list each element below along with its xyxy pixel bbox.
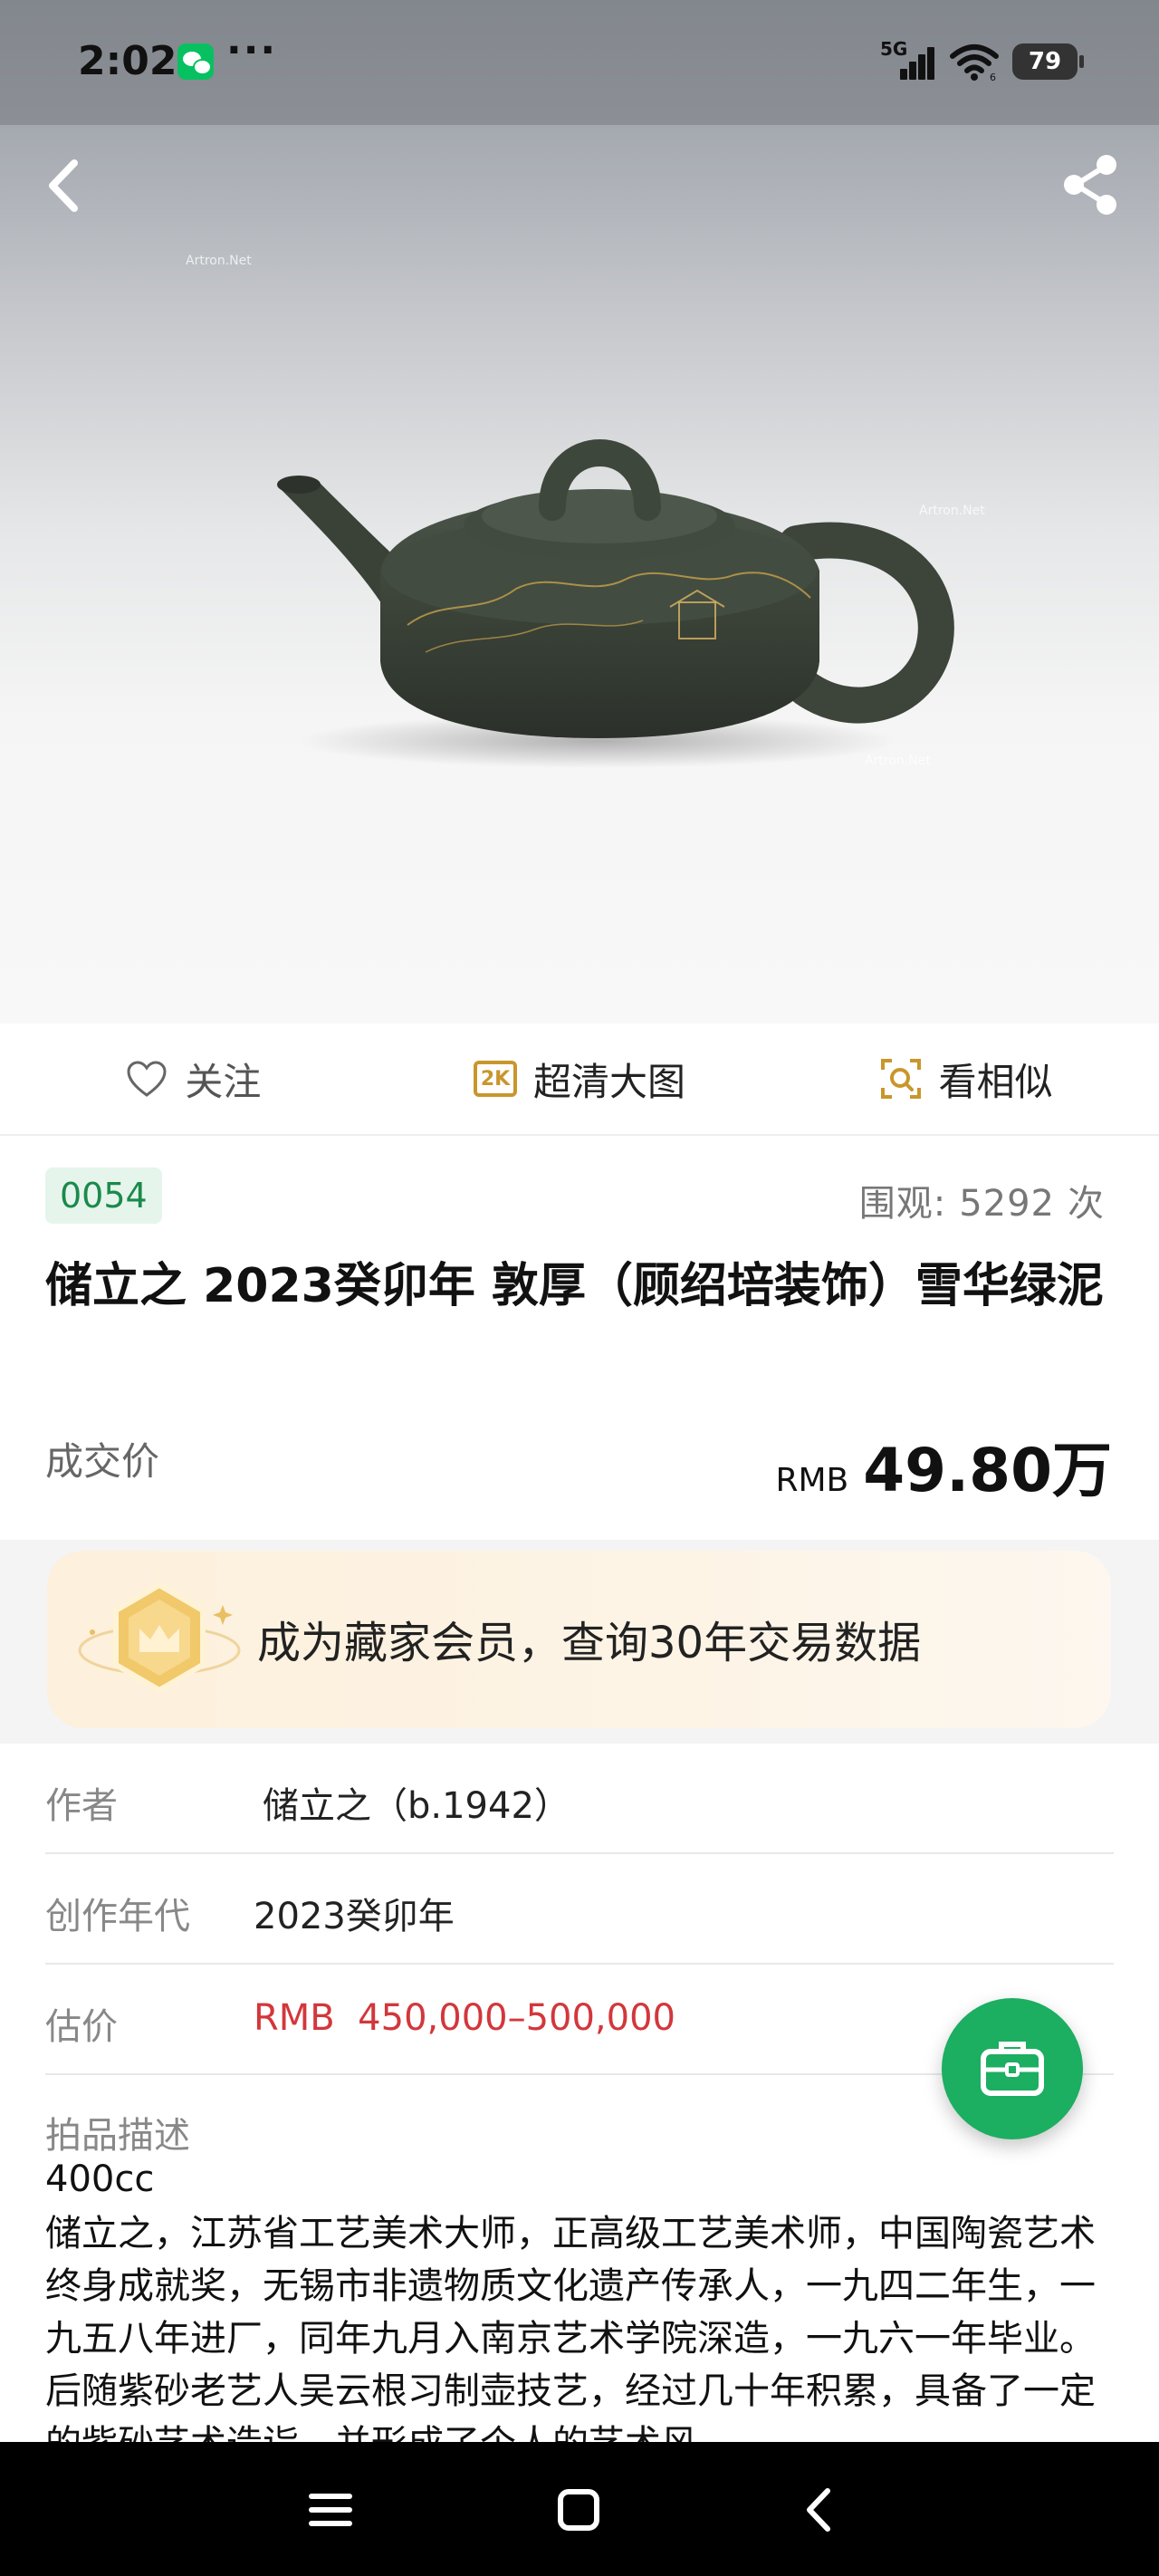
lot-info-card: 0054 围观: 5292 次 储立之 2023癸卯年 敦厚（顾绍培装饰）雪华绿泥 …: [0, 1136, 1159, 1540]
detail-row-year: 创作年代 2023癸卯年: [45, 1854, 1114, 1965]
battery-icon: 79: [1012, 43, 1084, 80]
lot-hero-image[interactable]: 2:02 ··· 5G 6 79 Artron.Net Artron.Net A…: [0, 0, 1159, 1024]
wechat-notification-icon: [177, 43, 214, 80]
description-text: 储立之，江苏省工艺美术大师，正高级工艺美术师，中国陶瓷艺术终身成就奖，无锡市非遗…: [45, 2213, 1096, 2465]
wifi-badge: 6: [990, 72, 996, 82]
status-time: 2:02: [78, 38, 177, 84]
home-icon[interactable]: [547, 2478, 610, 2542]
view-count: 围观: 5292 次: [859, 1174, 1105, 1226]
views-count: 5292: [959, 1183, 1055, 1225]
hd-image-button[interactable]: 2K 超清大图: [387, 1052, 773, 1107]
membership-banner[interactable]: 成为藏家会员，查询30年交易数据: [47, 1551, 1111, 1728]
detail-value: 2023癸卯年: [254, 1896, 455, 1937]
detail-row-author: 作者 储立之（b.1942）: [45, 1744, 1114, 1854]
detail-key: 作者: [45, 1785, 118, 1827]
membership-text: 成为藏家会员，查询30年交易数据: [257, 1618, 922, 1668]
teapot-image: [277, 439, 954, 768]
price-value: 49.80万: [863, 1436, 1112, 1505]
status-indicators: 5G 6 79: [880, 38, 1084, 83]
auction-lot-page: 2:02 ··· 5G 6 79 Artron.Net Artron.Net A…: [0, 0, 1159, 2576]
description-size: 400cc: [45, 2158, 155, 2200]
cellular-signal-icon: 5G: [880, 38, 936, 82]
detail-key: 创作年代: [45, 1896, 190, 1937]
network-type: 5G: [880, 38, 908, 60]
detail-value: RMB 450,000–500,000: [254, 1997, 675, 2039]
watermark-text: Artron.Net: [186, 254, 252, 268]
briefcase-icon: [981, 2042, 1044, 2096]
wifi-icon: 6: [949, 42, 1000, 83]
back-icon[interactable]: [36, 154, 91, 217]
recent-apps-icon[interactable]: [299, 2478, 362, 2542]
hd-image-label: 超清大图: [533, 1059, 686, 1104]
price-currency: RMB: [775, 1462, 849, 1499]
heart-icon: [127, 1061, 167, 1097]
scan-icon: [880, 1059, 921, 1099]
status-more-icon: ···: [226, 27, 278, 73]
detail-value[interactable]: 储立之（b.1942）: [263, 1776, 570, 1829]
share-icon[interactable]: [1058, 152, 1123, 217]
system-nav-bar: [0, 2442, 1159, 2576]
status-bar: 2:02 ··· 5G 6 79: [0, 0, 1159, 125]
consult-fab[interactable]: [942, 1998, 1083, 2139]
detail-key: 估价: [45, 2006, 118, 2048]
lot-title: 储立之 2023癸卯年 敦厚（顾绍培装饰）雪华绿泥: [45, 1259, 1104, 1313]
views-unit: 次: [1068, 1183, 1105, 1225]
lot-number-badge: 0054: [45, 1168, 162, 1224]
find-similar-button[interactable]: 看相似: [772, 1052, 1159, 1107]
follow-label: 关注: [185, 1059, 262, 1104]
2k-icon: 2K: [474, 1061, 517, 1097]
views-label: 围观:: [858, 1183, 947, 1225]
description-label: 拍品描述: [45, 2115, 190, 2157]
crown-badge-icon: [78, 1581, 241, 1694]
find-similar-label: 看相似: [938, 1059, 1053, 1104]
follow-button[interactable]: 关注: [0, 1052, 387, 1107]
action-bar: 关注 2K 超清大图 看相似: [0, 1024, 1159, 1136]
deal-price: RMB 49.80万: [775, 1422, 1112, 1509]
deal-price-label: 成交价: [45, 1439, 160, 1484]
back-nav-icon[interactable]: [788, 2478, 851, 2542]
